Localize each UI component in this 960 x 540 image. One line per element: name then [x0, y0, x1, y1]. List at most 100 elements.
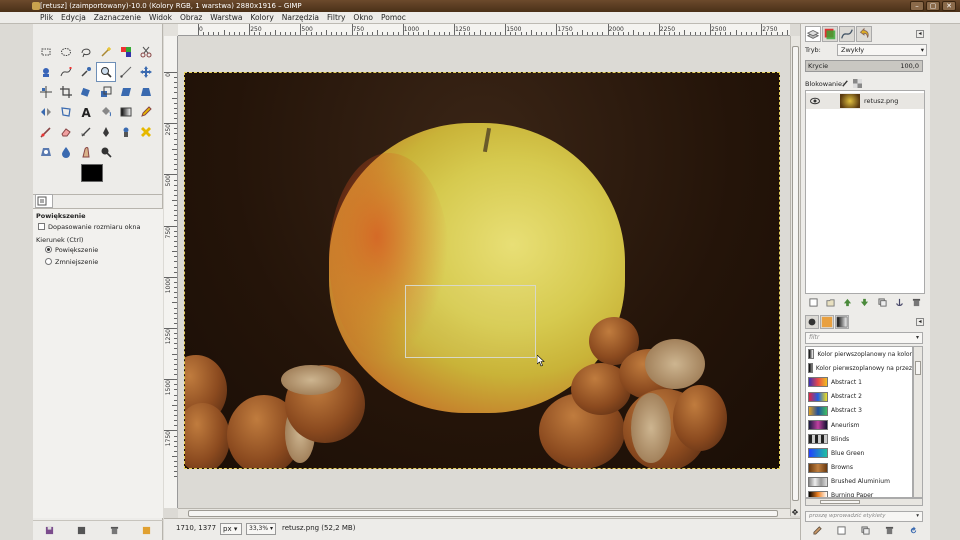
tool-zoom[interactable] — [96, 62, 116, 82]
tool-text[interactable]: A — [76, 102, 96, 122]
lock-alpha-icon[interactable] — [853, 79, 862, 88]
gradient-item[interactable]: Abstract 3 — [806, 404, 912, 418]
menu-select[interactable]: Zaznaczenie — [90, 12, 145, 23]
tool-ink[interactable] — [96, 122, 116, 142]
save-options-icon[interactable] — [45, 526, 54, 535]
lower-layer-icon[interactable] — [860, 298, 869, 307]
tool-dodge[interactable] — [96, 142, 116, 162]
foreground-color[interactable] — [81, 164, 103, 182]
tool-lasso[interactable] — [76, 42, 96, 62]
tool-move[interactable] — [136, 62, 156, 82]
gradient-filter-input[interactable]: filtr ▾ — [805, 332, 923, 344]
horizontal-scrollbar[interactable] — [178, 508, 790, 518]
zoom-rectangle[interactable] — [405, 285, 536, 358]
horizontal-ruler[interactable]: 0 250 500 750 1000 1250 1500 1750 2000 2250 2500 27… — [178, 24, 790, 36]
gradient-item[interactable]: Aneurism — [806, 418, 912, 432]
layers-tab[interactable] — [805, 26, 821, 42]
channels-tab[interactable] — [822, 26, 838, 42]
raise-layer-icon[interactable] — [843, 298, 852, 307]
lock-pixels-icon[interactable] — [841, 79, 850, 88]
tool-bucket-fill[interactable] — [96, 102, 116, 122]
tool-ellipse-select[interactable] — [56, 42, 76, 62]
anchor-layer-icon[interactable] — [895, 298, 904, 307]
tool-airbrush[interactable] — [76, 122, 96, 142]
delete-layer-icon[interactable] — [912, 298, 921, 307]
new-layer-icon[interactable] — [809, 297, 818, 307]
tool-pencil[interactable] — [136, 102, 156, 122]
layer-mode-select[interactable]: Zwykły ▾ — [837, 44, 927, 56]
vertical-scroll-thumb[interactable] — [792, 46, 799, 501]
gradient-item[interactable]: Abstract 1 — [806, 375, 912, 389]
refresh-gradients-icon[interactable] — [909, 525, 918, 535]
tool-flip[interactable] — [36, 102, 56, 122]
gradient-hscroll-thumb[interactable] — [820, 500, 860, 504]
gradient-list[interactable]: Kolor pierwszoplanowy na kolor Kolor pier… — [805, 346, 913, 498]
layer-list[interactable]: retusz.png — [805, 90, 925, 294]
gradient-item[interactable]: Browns — [806, 461, 912, 475]
layers-dock-menu-icon[interactable]: ◂ — [916, 30, 924, 38]
gradient-list-scrollbar[interactable] — [913, 346, 923, 498]
tool-clone[interactable] — [116, 122, 136, 142]
menu-edit[interactable]: Edycja — [57, 12, 90, 23]
image-canvas[interactable] — [184, 72, 780, 469]
gradient-item[interactable]: Kolor pierwszoplanowy na przez — [806, 361, 912, 375]
minimize-button[interactable]: – — [910, 1, 924, 11]
undo-history-tab[interactable] — [856, 26, 872, 42]
delete-gradient-icon[interactable] — [885, 526, 894, 535]
tool-measure[interactable] — [116, 62, 136, 82]
tool-rect-select[interactable] — [36, 42, 56, 62]
tool-eraser[interactable] — [56, 122, 76, 142]
unit-select[interactable]: px ▾ — [220, 523, 242, 535]
menu-windows[interactable]: Okno — [349, 12, 377, 23]
menu-filters[interactable]: Filtry — [323, 12, 349, 23]
vertical-ruler[interactable]: 0 250 500 750 1000 1250 1500 1750 — [164, 36, 178, 508]
quick-mask-toggle[interactable] — [164, 24, 178, 36]
gradient-item[interactable]: Brushed Aluminium — [806, 475, 912, 489]
navigate-icon[interactable]: ✥ — [790, 508, 800, 518]
edit-gradient-icon[interactable] — [812, 525, 822, 535]
zoom-in-radio[interactable] — [45, 246, 52, 253]
delete-options-icon[interactable] — [110, 526, 119, 535]
tool-smudge[interactable] — [76, 142, 96, 162]
opacity-slider[interactable]: Krycie 100,0 — [805, 60, 923, 72]
new-gradient-icon[interactable] — [836, 525, 846, 535]
tool-fuzzy-select[interactable] — [96, 42, 116, 62]
visibility-eye-icon[interactable] — [810, 97, 820, 105]
duplicate-layer-icon[interactable] — [878, 297, 887, 307]
tool-blur[interactable] — [56, 142, 76, 162]
tool-cage[interactable] — [56, 102, 76, 122]
vertical-scrollbar[interactable] — [790, 36, 800, 516]
menu-view[interactable]: Widok — [145, 12, 176, 23]
paths-tab[interactable] — [839, 26, 855, 42]
tool-color-picker[interactable] — [76, 62, 96, 82]
tool-shear[interactable] — [116, 82, 136, 102]
restore-options-icon[interactable] — [77, 526, 86, 535]
brushes-tab[interactable] — [805, 315, 819, 329]
tool-perspective-clone[interactable] — [36, 142, 56, 162]
maximize-button[interactable]: ▢ — [926, 1, 940, 11]
new-layer-group-icon[interactable] — [826, 298, 835, 307]
tag-entry-input[interactable]: proszę wprowadzić etykiety ▾ — [805, 511, 923, 522]
zoom-select[interactable]: 33,3% ▾ — [246, 523, 276, 535]
menu-image[interactable]: Obraz — [176, 12, 206, 23]
menu-layer[interactable]: Warstwa — [206, 12, 246, 23]
gradient-item[interactable]: Kolor pierwszoplanowy na kolor — [806, 347, 912, 361]
gradients-dock-menu-icon[interactable]: ◂ — [916, 318, 924, 326]
patterns-tab[interactable] — [820, 315, 834, 329]
reset-options-icon[interactable] — [142, 526, 151, 535]
layer-row[interactable]: retusz.png — [806, 93, 924, 109]
menu-tools[interactable]: Narzędzia — [278, 12, 323, 23]
zoom-out-radio[interactable] — [45, 258, 52, 265]
tool-foreground-select[interactable] — [36, 62, 56, 82]
tool-align[interactable] — [36, 82, 56, 102]
menu-colors[interactable]: Kolory — [246, 12, 277, 23]
tool-paintbrush[interactable] — [36, 122, 56, 142]
layer-name[interactable]: retusz.png — [864, 97, 898, 105]
tool-options-tab[interactable] — [35, 194, 53, 208]
tool-blend[interactable] — [116, 102, 136, 122]
duplicate-gradient-icon[interactable] — [860, 525, 870, 535]
tool-crop[interactable] — [56, 82, 76, 102]
tool-perspective[interactable] — [136, 82, 156, 102]
resize-window-checkbox[interactable] — [38, 223, 45, 230]
gradient-item[interactable]: Blue Green — [806, 446, 912, 460]
